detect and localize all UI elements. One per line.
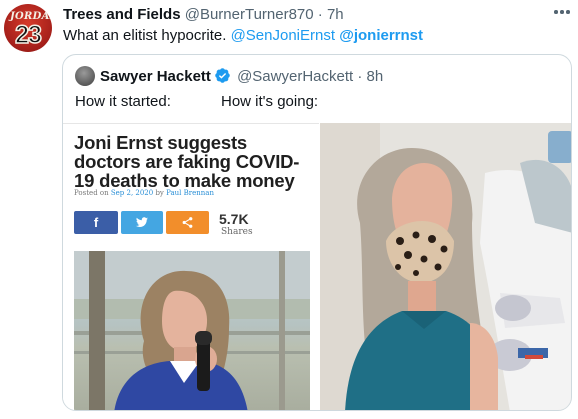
quoted-timestamp[interactable]: 8h (367, 68, 384, 85)
user-handle[interactable]: @BurnerTurner870 (185, 6, 314, 23)
twitter-bird-icon (136, 217, 148, 227)
byline-prefix: Posted on (74, 189, 111, 197)
separator-dot: · (317, 6, 323, 23)
avatar[interactable]: JORDAN 23 (4, 4, 52, 52)
share-icon (182, 217, 193, 228)
separator-dot: · (357, 68, 363, 85)
more-horizontal-icon[interactable] (554, 10, 570, 16)
facebook-icon: f (93, 215, 99, 230)
media-image-article[interactable]: Joni Ernst suggests doctors are faking C… (63, 123, 319, 410)
byline-mid: by (153, 189, 167, 197)
article-headline: Joni Ernst suggests doctors are faking C… (74, 132, 300, 191)
verified-badge-icon (215, 68, 230, 83)
tweet-text-body: What an elitist hypocrite. (63, 27, 231, 44)
mention-link[interactable]: @SenJoniErnst (231, 27, 335, 44)
tweet-text: What an elitist hypocrite. @SenJoniErnst… (63, 27, 423, 45)
quoted-text: How it started: How it's going: (75, 93, 318, 111)
twitter-share-button (121, 211, 163, 234)
byline-author: Paul Brennan (166, 189, 214, 197)
quoted-header: Sawyer Hackett @SawyerHackett · 8h (100, 67, 383, 86)
quoted-display-name[interactable]: Sawyer Hackett (100, 68, 211, 85)
generic-share-button (166, 211, 209, 234)
timestamp[interactable]: 7h (327, 6, 344, 23)
share-label: Shares (221, 227, 253, 237)
quoted-text-going: How it's going: (221, 93, 319, 110)
article-photo-illustration (74, 251, 310, 410)
display-name[interactable]: Trees and Fields (63, 6, 181, 23)
quoted-avatar[interactable] (75, 66, 95, 86)
quoted-text-started: How it started: (75, 93, 171, 110)
byline-date: Sep 2, 2020 (110, 189, 154, 197)
quoted-user-handle[interactable]: @SawyerHackett (237, 68, 353, 85)
mention-link[interactable]: @jonierrnst (339, 27, 423, 44)
share-count: 5.7K (219, 211, 249, 227)
media-image-photo[interactable] (320, 123, 571, 410)
tweet-header: Trees and Fields @BurnerTurner870 · 7h (63, 6, 344, 24)
article-photo (74, 251, 310, 410)
vaccination-photo-illustration (320, 123, 571, 410)
facebook-share-button: f (74, 211, 118, 234)
article-byline: Posted on Sep 2, 2020 by Paul Brennan (74, 189, 214, 197)
avatar-jersey-number: 23 (14, 20, 42, 50)
tweet[interactable]: JORDAN 23 Trees and Fields @BurnerTurner… (0, 0, 578, 419)
quoted-tweet[interactable]: Sawyer Hackett @SawyerHackett · 8h How i… (62, 54, 572, 411)
